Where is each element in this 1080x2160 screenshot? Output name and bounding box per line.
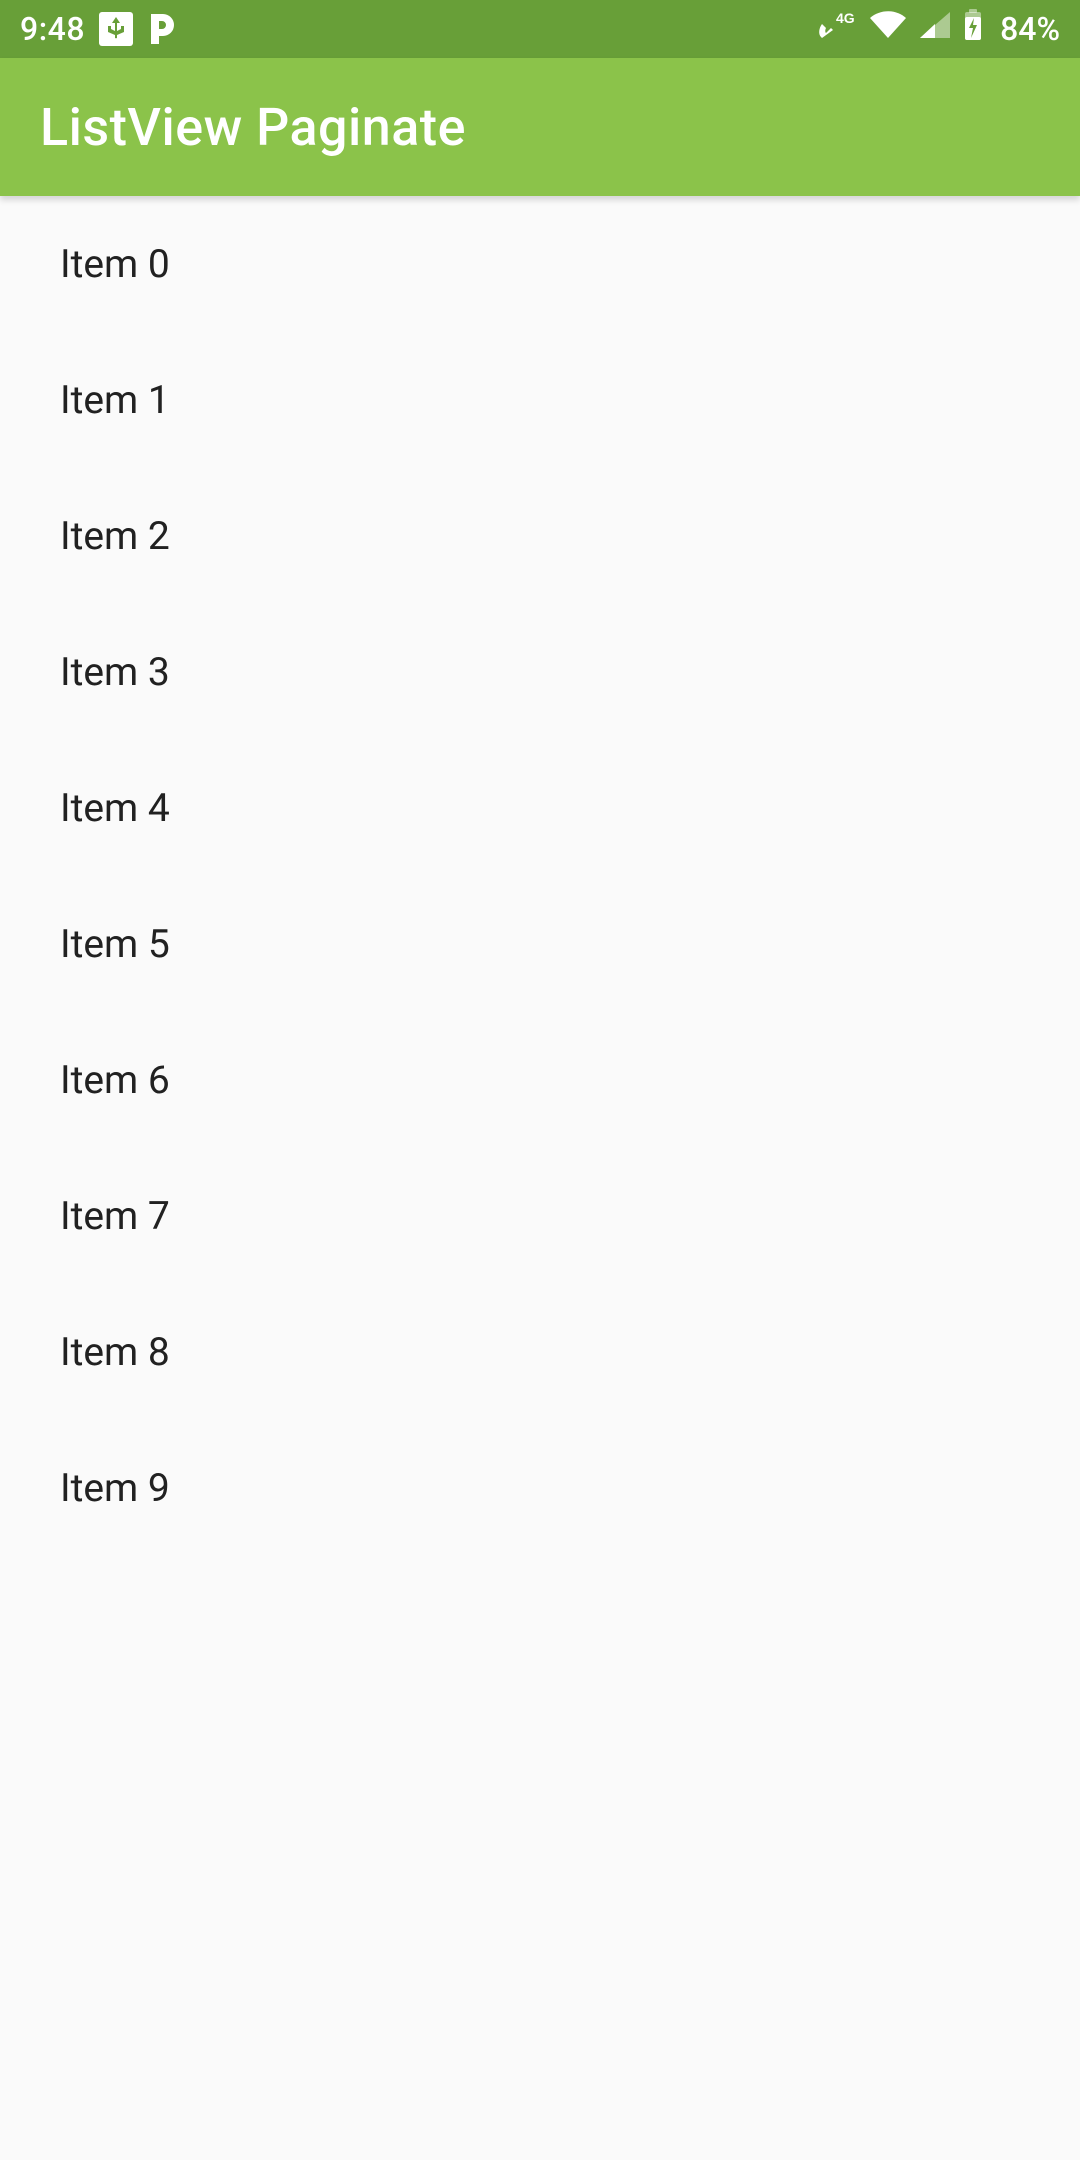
- list-item[interactable]: Item 7: [0, 1148, 1080, 1284]
- list-item-label: Item 0: [60, 241, 170, 287]
- status-right: 4G 84%: [816, 8, 1060, 50]
- usb-icon: [99, 12, 133, 46]
- list-item-label: Item 3: [60, 649, 170, 695]
- list-view[interactable]: Item 0 Item 1 Item 2 Item 3 Item 4 Item …: [0, 196, 1080, 2160]
- status-clock: 9:48: [20, 10, 85, 48]
- list-item[interactable]: Item 6: [0, 1012, 1080, 1148]
- battery-percentage: 84%: [1000, 10, 1060, 48]
- list-item-label: Item 8: [60, 1329, 170, 1375]
- call-4g-icon: 4G: [816, 10, 858, 48]
- status-left: 9:48: [20, 10, 177, 48]
- list-item[interactable]: Item 4: [0, 740, 1080, 876]
- battery-charging-icon: [962, 8, 984, 50]
- status-bar: 9:48 4G: [0, 0, 1080, 58]
- list-item[interactable]: Item 0: [0, 196, 1080, 332]
- list-item[interactable]: Item 8: [0, 1284, 1080, 1420]
- list-item-label: Item 7: [60, 1193, 170, 1239]
- list-item[interactable]: Item 3: [0, 604, 1080, 740]
- cell-signal-icon: [918, 10, 952, 48]
- list-item-label: Item 9: [60, 1465, 170, 1511]
- list-item-label: Item 5: [60, 921, 170, 967]
- app-bar: ListView Paginate: [0, 58, 1080, 196]
- list-item[interactable]: Item 1: [0, 332, 1080, 468]
- list-item-label: Item 4: [60, 785, 170, 831]
- list-item[interactable]: Item 2: [0, 468, 1080, 604]
- android-p-icon: [147, 12, 177, 46]
- list-item[interactable]: Item 9: [0, 1420, 1080, 1556]
- list-item-label: Item 2: [60, 513, 170, 559]
- wifi-icon: [868, 10, 908, 48]
- list-item[interactable]: Item 5: [0, 876, 1080, 1012]
- app-title: ListView Paginate: [40, 97, 466, 158]
- svg-text:4G: 4G: [836, 10, 855, 26]
- list-item-label: Item 6: [60, 1057, 170, 1103]
- list-item-label: Item 1: [60, 377, 170, 423]
